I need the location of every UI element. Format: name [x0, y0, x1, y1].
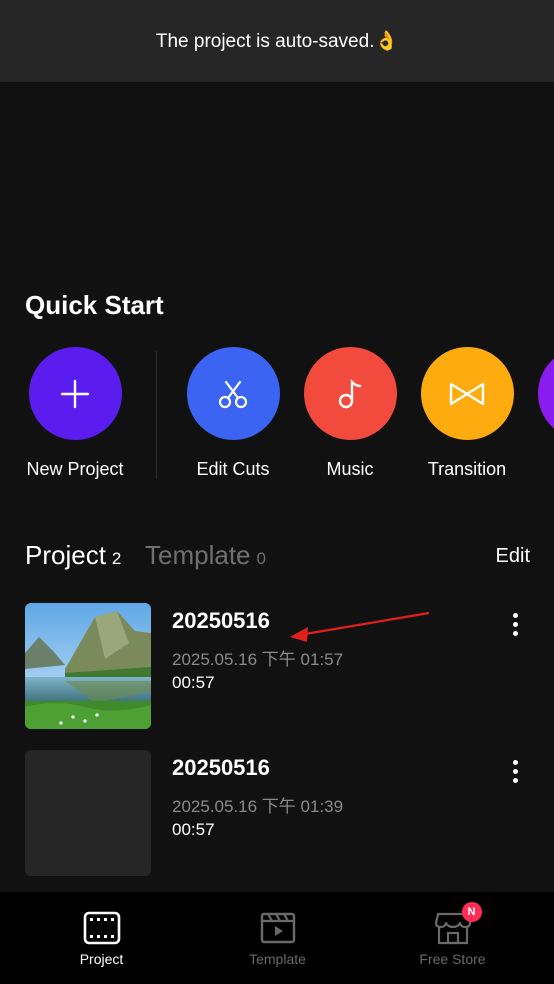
music-label: Music — [326, 459, 374, 479]
nav-free-store-label: Free Store — [419, 951, 486, 967]
film-icon — [82, 910, 122, 946]
scissors-icon — [218, 380, 248, 408]
tab-template[interactable]: Template 0 — [145, 540, 266, 571]
edit-cuts-label: Edit Cuts — [196, 459, 270, 479]
nav-free-store[interactable]: N Free Store — [360, 892, 545, 984]
quick-start-title: Quick Start — [25, 290, 164, 320]
quick-start-row: New Project Edit Cuts Music Transition — [0, 347, 554, 487]
partial-circle — [537, 347, 554, 440]
new-project-circle — [28, 347, 122, 440]
nav-project[interactable]: Project — [9, 892, 194, 984]
store-icon: N — [433, 902, 482, 946]
more-options-icon[interactable] — [504, 756, 526, 786]
project-name: 20250516 — [172, 755, 270, 780]
project-name: 20250516 — [172, 608, 270, 633]
tab-template-label: Template — [145, 540, 251, 570]
tab-project-count: 2 — [111, 549, 122, 568]
lake-mountain-image — [25, 603, 151, 729]
project-item[interactable]: 20250516 2025.05.16 下午 01:39 00:57 — [25, 750, 530, 876]
project-item[interactable]: 20250516 2025.05.16 下午 01:57 00:57 — [25, 603, 530, 729]
toast-message: The project is auto-saved.👌 — [155, 31, 399, 52]
edit-cuts-button[interactable]: Edit Cuts — [168, 347, 298, 480]
new-project-label: New Project — [26, 459, 124, 479]
quick-start-divider — [156, 351, 157, 479]
new-project-button[interactable]: New Project — [10, 347, 140, 480]
nav-template-label: Template — [249, 951, 306, 967]
music-circle — [303, 347, 397, 440]
transition-label: Transition — [427, 459, 507, 479]
project-template-tabs: Project 2 Template 0 Edit — [25, 540, 530, 580]
project-duration: 00:57 — [172, 820, 215, 839]
new-badge: N — [461, 902, 482, 922]
transition-button[interactable]: Transition — [402, 347, 532, 480]
nav-project-label: Project — [79, 951, 124, 967]
project-thumbnail-empty[interactable] — [25, 750, 151, 876]
clapperboard-icon — [258, 910, 298, 946]
bottom-navigation: Project Template N Free Store — [0, 892, 554, 984]
edit-button[interactable]: Edit — [496, 545, 530, 568]
project-date: 2025.05.16 下午 01:39 — [172, 797, 344, 816]
tab-template-count: 0 — [256, 549, 266, 568]
project-date: 2025.05.16 下午 01:57 — [172, 650, 344, 669]
tab-project-label: Project — [25, 540, 106, 570]
plus-icon — [60, 379, 90, 408]
more-quick-start-button[interactable] — [519, 347, 554, 440]
project-thumbnail[interactable] — [25, 603, 151, 729]
project-duration: 00:57 — [172, 673, 215, 692]
tab-project[interactable]: Project 2 — [25, 540, 121, 571]
bowtie-icon — [449, 382, 485, 405]
transition-circle — [420, 347, 514, 440]
music-button[interactable]: Music — [285, 347, 415, 480]
nav-template[interactable]: Template — [185, 892, 370, 984]
more-options-icon[interactable] — [504, 609, 526, 639]
auto-saved-toast: The project is auto-saved.👌 — [0, 0, 554, 82]
edit-cuts-circle — [186, 347, 280, 440]
music-note-icon — [338, 378, 362, 408]
